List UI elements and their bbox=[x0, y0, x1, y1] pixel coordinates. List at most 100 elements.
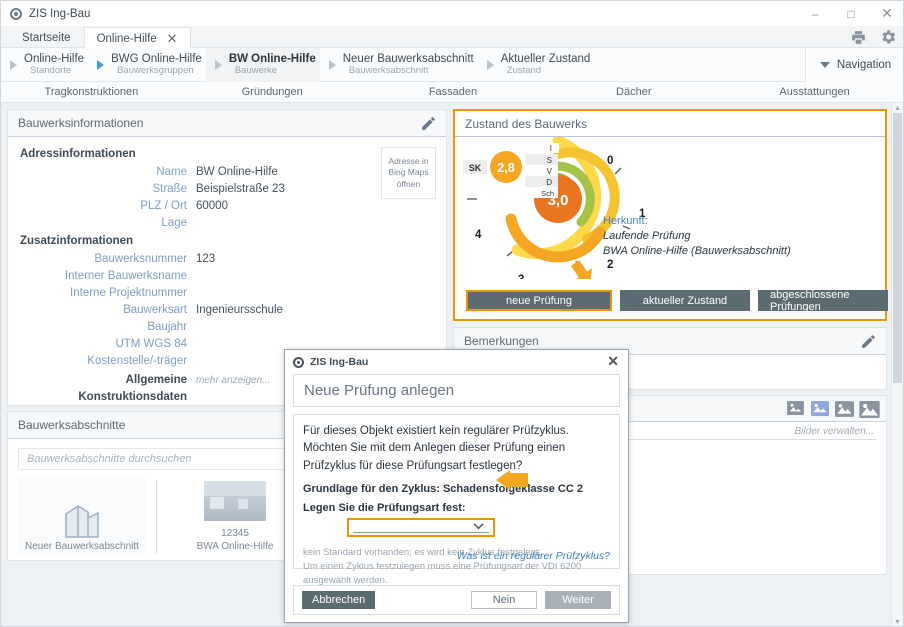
condition-gauge: 0 1 2 3 4 bbox=[455, 137, 885, 279]
category-gruendungen[interactable]: Gründungen bbox=[182, 86, 363, 98]
close-button[interactable]: ✕ bbox=[869, 1, 904, 26]
breadcrumb-item-aktueller-zustand[interactable]: Aktueller Zustand Zustand bbox=[478, 48, 595, 82]
row-label: Name bbox=[18, 164, 196, 181]
dialog-title: ZIS Ing-Bau bbox=[310, 356, 368, 368]
row-strasse: Straße Beispielstraße 23 bbox=[18, 181, 436, 198]
app-logo-icon bbox=[293, 357, 304, 368]
breadcrumb-item-bwg-online-hilfe[interactable]: BWG Online-Hilfe Bauwerksgruppen bbox=[88, 48, 206, 82]
row-name: Name BW Online-Hilfe bbox=[18, 164, 436, 181]
row-value: Ingenieursschule bbox=[196, 302, 283, 319]
herkunft-line-2: BWA Online-Hilfe (Bauwerksabschnitt) bbox=[603, 245, 791, 257]
breadcrumb-item-online-hilfe[interactable]: Online-Hilfe Standorte bbox=[1, 48, 88, 82]
row-value: BW Online-Hilfe bbox=[196, 164, 278, 181]
dialog-field-label: Legen Sie die Prüfungsart fest: bbox=[303, 502, 610, 514]
chevron-right-icon bbox=[97, 60, 104, 70]
edit-pencil-icon[interactable] bbox=[860, 333, 877, 353]
nein-button[interactable]: Nein bbox=[471, 591, 537, 609]
herkunft-line-1: Laufende Prüfung bbox=[603, 230, 691, 242]
panel-zustand-des-bauwerks: Zustand des Bauwerks bbox=[453, 109, 887, 321]
gauge-tick-2: 2 bbox=[607, 259, 613, 271]
panel-title: Bemerkungen bbox=[464, 334, 539, 348]
scroll-up-icon[interactable]: ▲ bbox=[894, 105, 901, 112]
row-label: PLZ / Ort bbox=[18, 198, 196, 215]
zustand-button-row: neue Prüfung aktueller Zustand abgeschlo… bbox=[466, 290, 888, 311]
breadcrumb-subtitle: Zustand bbox=[501, 66, 591, 77]
chevron-right-icon bbox=[10, 60, 17, 70]
category-daecher[interactable]: Dächer bbox=[543, 86, 724, 98]
scroll-down-icon[interactable]: ▼ bbox=[894, 619, 901, 626]
row-plz-ort: PLZ / Ort 60000 bbox=[18, 198, 436, 215]
window-controls: – □ ✕ bbox=[797, 1, 904, 26]
ribbon-tools bbox=[847, 26, 899, 48]
chevron-down-icon bbox=[820, 62, 830, 68]
tab-online-hilfe[interactable]: Online-Hilfe ✕ bbox=[84, 27, 191, 49]
dialog-title-bar: ZIS Ing-Bau ✕ bbox=[285, 350, 628, 374]
list-item-label: Neuer Bauwerksabschnitt bbox=[25, 540, 139, 553]
sk-value: 2,8 bbox=[497, 161, 514, 175]
breadcrumb-item-bw-online-hilfe[interactable]: BW Online-Hilfe Bauwerke bbox=[206, 48, 320, 82]
application-window: ZIS Ing-Bau – □ ✕ Startseite Online-Hilf… bbox=[0, 0, 904, 627]
row-label: Interner Bauwerksname bbox=[18, 268, 196, 285]
row-bauwerksart: Bauwerksart Ingenieursschule bbox=[18, 302, 436, 319]
image-selected-icon[interactable] bbox=[811, 401, 830, 417]
ring-label-V: V bbox=[547, 167, 553, 176]
row-label: Bauwerksart bbox=[18, 302, 196, 319]
dialog-neue-pruefung-anlegen: ZIS Ing-Bau ✕ Neue Prüfung anlegen Für d… bbox=[284, 349, 629, 623]
image-small-icon[interactable] bbox=[787, 401, 806, 417]
building-icon bbox=[56, 500, 108, 540]
window-title: ZIS Ing-Bau bbox=[29, 8, 90, 20]
dialog-heading: Neue Prüfung anlegen bbox=[293, 374, 620, 407]
navigation-button[interactable]: Navigation bbox=[805, 48, 904, 82]
row-label: Lage bbox=[18, 215, 196, 232]
image-medium-icon[interactable] bbox=[835, 401, 854, 417]
title-bar: ZIS Ing-Bau – □ ✕ bbox=[1, 1, 904, 26]
show-more-link[interactable]: mehr anzeigen... bbox=[196, 372, 271, 406]
sk-label: SK bbox=[469, 163, 482, 173]
ring-label-I: I bbox=[550, 144, 552, 153]
pruefungsart-select[interactable] bbox=[347, 518, 495, 537]
breadcrumb-subtitle: Bauwerke bbox=[229, 66, 316, 77]
scrollbar-thumb[interactable] bbox=[893, 113, 902, 383]
aktueller-zustand-button[interactable]: aktueller Zustand bbox=[620, 290, 750, 311]
edit-pencil-icon[interactable] bbox=[420, 115, 437, 135]
list-item-bwa-online-hilfe[interactable]: 12345 BWA Online-Hilfe bbox=[171, 478, 299, 556]
row-label: Interne Projektnummer bbox=[18, 285, 196, 302]
maximize-button[interactable]: □ bbox=[833, 1, 869, 26]
row-label: Kostenstelle/-träger bbox=[18, 353, 196, 370]
list-item-neuer-bauwerksabschnitt[interactable]: Neuer Bauwerksabschnitt bbox=[18, 478, 146, 556]
panel-title: Bauwerksabschnitte bbox=[18, 418, 125, 432]
gear-icon[interactable] bbox=[877, 26, 899, 48]
category-fassaden[interactable]: Fassaden bbox=[363, 86, 544, 98]
row-label: Straße bbox=[18, 181, 196, 198]
vertical-scrollbar[interactable]: ▲ ▼ bbox=[891, 103, 902, 627]
bing-maps-button[interactable]: Adresse in Bing Maps öffnen bbox=[381, 147, 436, 199]
tab-strip: Startseite Online-Hilfe ✕ bbox=[1, 26, 904, 48]
pointer-arrow-to-select bbox=[494, 470, 528, 490]
breadcrumb-subtitle: Bauwerksgruppen bbox=[111, 66, 202, 77]
list-item-sublabel: BWA Online-Hilfe bbox=[197, 540, 274, 553]
category-ausstattungen[interactable]: Ausstattungen bbox=[724, 86, 904, 98]
image-large-icon[interactable] bbox=[859, 401, 878, 417]
tab-startseite[interactable]: Startseite bbox=[9, 27, 84, 48]
tab-close-icon[interactable]: ✕ bbox=[167, 32, 178, 45]
gauge-tick-4: 4 bbox=[475, 229, 482, 241]
minimize-button[interactable]: – bbox=[797, 1, 833, 26]
breadcrumb-item-neuer-bauwerksabschnitt[interactable]: Neuer Bauwerksabschnitt Bauwerksabschnit… bbox=[320, 48, 478, 82]
abgeschlossene-pruefungen-button[interactable]: abgeschlossene Prüfungen bbox=[758, 290, 888, 311]
abbrechen-button[interactable]: Abbrechen bbox=[302, 591, 375, 609]
dialog-close-icon[interactable]: ✕ bbox=[607, 353, 619, 370]
neue-pruefung-button[interactable]: neue Prüfung bbox=[466, 290, 612, 311]
tab-label: Online-Hilfe bbox=[97, 33, 157, 45]
row-lage: Lage bbox=[18, 215, 436, 232]
section-title-zusatzinformationen: Zusatzinformationen bbox=[20, 235, 436, 247]
dialog-help-link[interactable]: Was ist ein regulärer Prüfzyklus? bbox=[457, 550, 610, 562]
panel-title: Bauwerksinformationen bbox=[18, 116, 143, 130]
category-bar: Tragkonstruktionen Gründungen Fassaden D… bbox=[1, 82, 904, 103]
ring-label-Sch: Sch bbox=[541, 189, 554, 198]
print-icon[interactable] bbox=[847, 26, 869, 48]
category-tragkonstruktionen[interactable]: Tragkonstruktionen bbox=[1, 86, 182, 98]
weiter-button[interactable]: Weiter bbox=[545, 591, 611, 609]
row-bauwerksnummer: Bauwerksnummer 123 bbox=[18, 251, 436, 268]
dialog-footer: Abbrechen Nein Weiter bbox=[293, 585, 620, 615]
gauge-tick-3: 3 bbox=[518, 274, 524, 279]
